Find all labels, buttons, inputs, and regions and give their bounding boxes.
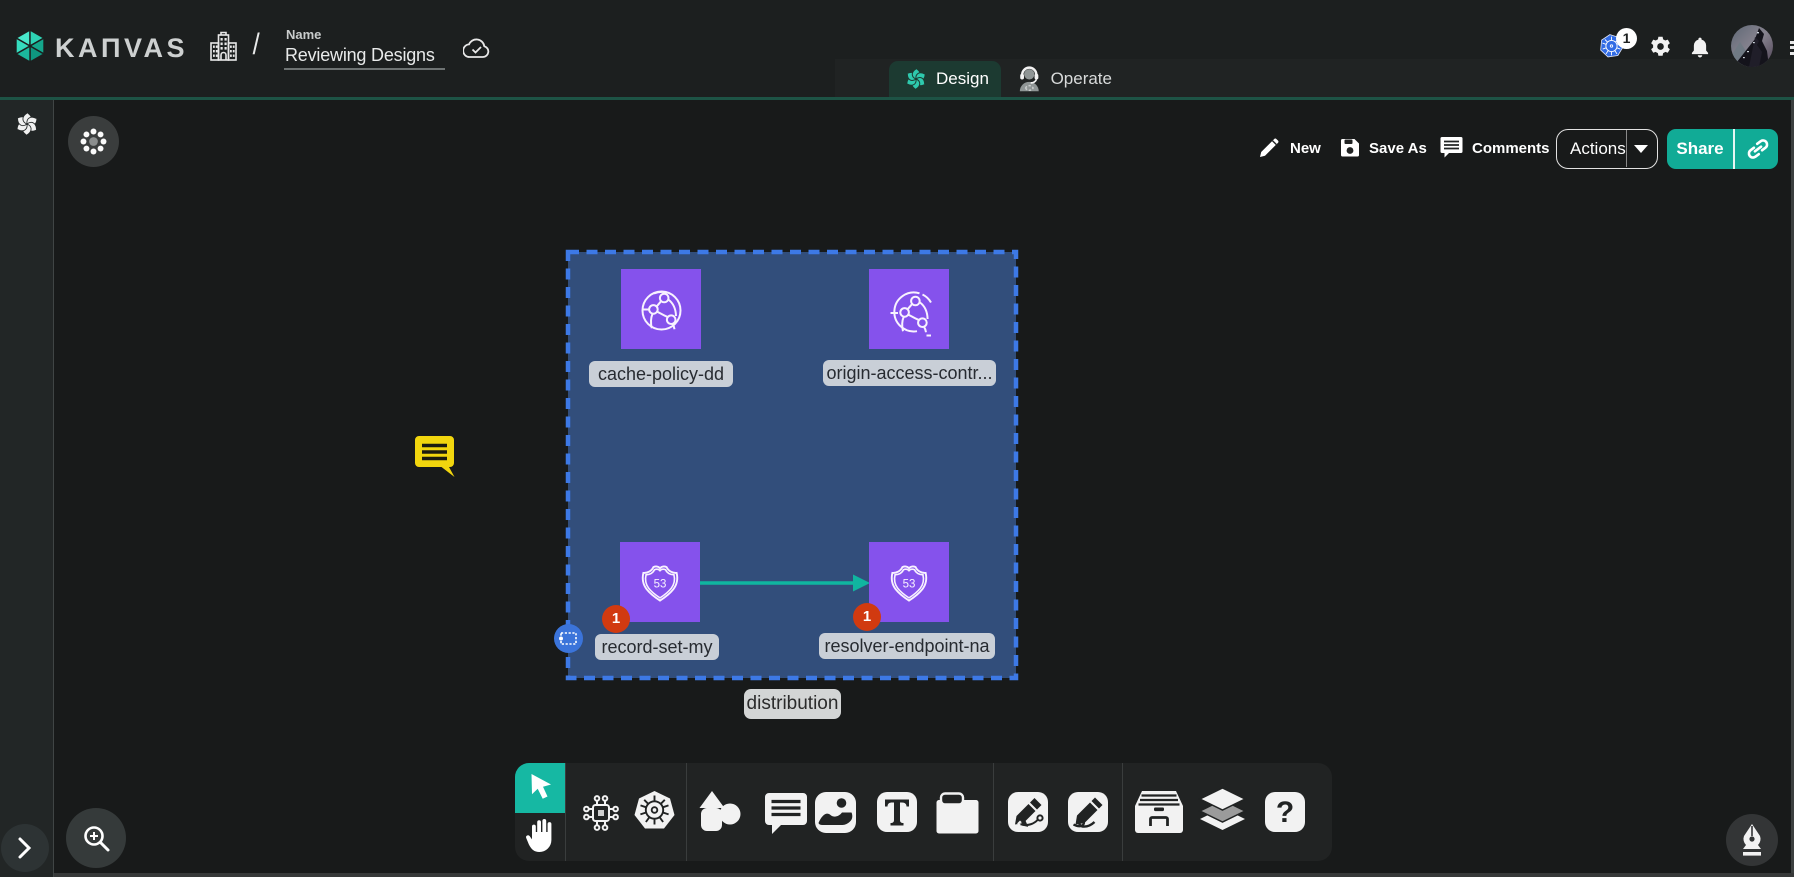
svg-text:53: 53: [654, 579, 667, 591]
svg-text:?: ?: [1276, 796, 1294, 829]
svg-text:53: 53: [903, 579, 916, 591]
